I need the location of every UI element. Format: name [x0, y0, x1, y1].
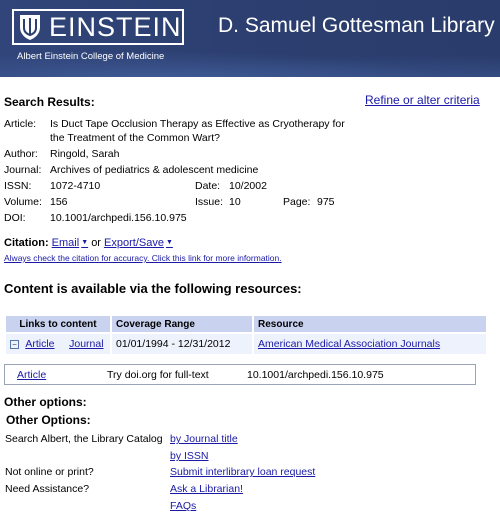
doi-label: DOI:: [4, 212, 26, 224]
citation-tools: Citation: Email ▼ or Export/Save ▼: [4, 237, 173, 249]
by-journal-title-link[interactable]: by Journal title: [170, 433, 238, 445]
links-cell: − Article Journal: [6, 334, 110, 354]
doi-try-text: Try doi.org for full-text: [107, 369, 209, 381]
author-value: Ringold, Sarah: [50, 148, 120, 160]
catalog-label: Search Albert, the Library Catalog: [5, 433, 163, 445]
date-value: 10/2002: [229, 180, 267, 192]
search-results-title: Search Results:: [4, 95, 95, 109]
caret-down-icon[interactable]: ▼: [81, 239, 88, 246]
volume-row: Volume: 156 Issue: 10 Page: 975: [4, 195, 360, 211]
logo-text: EINSTEIN: [49, 11, 182, 42]
resources-table: Links to content Coverage Range Resource…: [4, 314, 488, 356]
article-title: Is Duct Tape Occlusion Therapy as Effect…: [50, 118, 345, 144]
refine-criteria-link[interactable]: Refine or alter criteria: [365, 93, 480, 107]
resources-header-row: Links to content Coverage Range Resource: [6, 316, 486, 332]
journal-row: Journal: Archives of pediatrics & adoles…: [4, 163, 360, 179]
doi-resource-box: Article Try doi.org for full-text 10.100…: [4, 364, 476, 385]
college-name: Albert Einstein College of Medicine: [17, 51, 165, 62]
page-label: Page:: [283, 196, 311, 208]
journal-link[interactable]: Journal: [69, 338, 103, 350]
resource-link[interactable]: American Medical Association Journals: [258, 338, 440, 350]
ask-librarian-link[interactable]: Ask a Librarian!: [170, 483, 243, 495]
volume-value: 156: [50, 196, 68, 208]
issn-value: 1072-4710: [50, 180, 101, 192]
interlibrary-loan-link[interactable]: Submit interlibrary loan request: [170, 466, 315, 478]
citation-label: Citation:: [4, 237, 49, 249]
volume-label: Volume:: [4, 196, 42, 208]
by-issn-link[interactable]: by ISSN: [170, 450, 209, 462]
collapse-icon[interactable]: −: [10, 340, 19, 349]
citation-details: Article: Is Duct Tape Occlusion Therapy …: [4, 117, 360, 227]
doi-value-text: 10.1001/archpedi.156.10.975: [247, 369, 384, 381]
export-label[interactable]: Export/Save: [104, 237, 164, 249]
other-options-title: Other options:: [4, 395, 87, 409]
not-online-label: Not online or print?: [5, 466, 94, 478]
doi-value: 10.1001/archpedi.156.10.975: [50, 212, 187, 224]
email-label[interactable]: Email: [52, 237, 80, 249]
einstein-logo[interactable]: EINSTEIN: [12, 9, 184, 45]
shield-icon: [20, 15, 40, 40]
or-text: or: [91, 237, 101, 249]
page-value: 975: [317, 196, 335, 208]
caret-down-icon[interactable]: ▼: [166, 239, 173, 246]
resource-cell: American Medical Association Journals: [254, 334, 486, 354]
header-coverage: Coverage Range: [112, 316, 252, 332]
journal-label: Journal:: [4, 164, 42, 176]
issn-row: ISSN: 1072-4710 Date: 10/2002: [4, 179, 360, 195]
header-links: Links to content: [6, 316, 110, 332]
author-row: Author: Ringold, Sarah: [4, 147, 360, 163]
coverage-cell: 01/01/1994 - 12/31/2012: [112, 334, 252, 354]
library-name: D. Samuel Gottesman Library: [218, 14, 495, 37]
journal-value: Archives of pediatrics & adolescent medi…: [50, 164, 259, 176]
doi-article-link[interactable]: Article: [17, 369, 46, 381]
faqs-link[interactable]: FAQs: [170, 500, 196, 512]
header-resource: Resource: [254, 316, 486, 332]
issue-value: 10: [229, 196, 241, 208]
accuracy-note-link[interactable]: Always check the citation for accuracy. …: [4, 253, 282, 263]
article-link[interactable]: Article: [25, 338, 54, 350]
date-label: Date:: [195, 180, 221, 192]
article-label: Article:: [4, 118, 37, 130]
content-available-title: Content is available via the following r…: [4, 281, 302, 296]
email-menu[interactable]: Email ▼: [52, 237, 88, 249]
issn-label: ISSN:: [4, 180, 32, 192]
author-label: Author:: [4, 148, 38, 160]
article-row: Article: Is Duct Tape Occlusion Therapy …: [4, 117, 360, 147]
export-menu[interactable]: Export/Save ▼: [104, 237, 173, 249]
table-row: − Article Journal 01/01/1994 - 12/31/201…: [6, 334, 486, 354]
header-banner: EINSTEIN Albert Einstein College of Medi…: [0, 0, 500, 77]
doi-row: DOI: 10.1001/archpedi.156.10.975: [4, 211, 360, 227]
assistance-label: Need Assistance?: [5, 483, 90, 495]
issue-label: Issue:: [195, 196, 224, 208]
other-options-subtitle: Other Options:: [6, 413, 91, 427]
